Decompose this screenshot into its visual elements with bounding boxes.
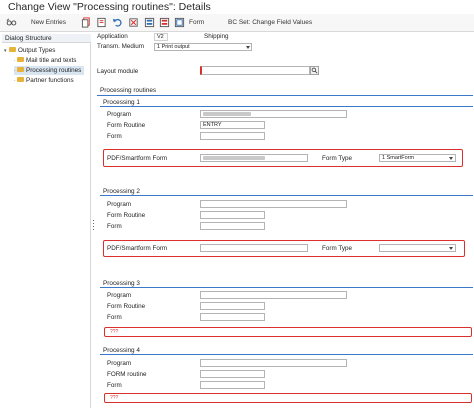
chevron-down-icon[interactable] bbox=[449, 246, 453, 250]
form-routine-label: Form Routine bbox=[107, 303, 146, 310]
chevron-down-icon[interactable] bbox=[246, 45, 250, 49]
tree-item-mail-title[interactable]: · Mail title and texts bbox=[14, 56, 76, 65]
program-input[interactable] bbox=[200, 291, 347, 299]
deselect-all-icon[interactable] bbox=[159, 17, 170, 28]
copy-as-icon[interactable] bbox=[96, 17, 107, 28]
folder-icon bbox=[17, 66, 24, 72]
form-type-select[interactable]: 1 SmartForm bbox=[379, 154, 456, 162]
glasses-icon[interactable] bbox=[6, 17, 17, 28]
toolbar: New Entries Form BC Set: Change Field Va… bbox=[0, 14, 474, 32]
tree-item-label: Partner functions bbox=[26, 77, 74, 84]
chevron-down-icon[interactable] bbox=[449, 156, 453, 160]
program-input[interactable] bbox=[200, 200, 347, 208]
pdf-smartform-label: PDF/Smartform Form bbox=[107, 245, 168, 252]
program-label: Program bbox=[107, 111, 132, 118]
block-select-icon[interactable] bbox=[174, 17, 185, 28]
section-rule bbox=[97, 95, 473, 96]
dialog-structure-panel: Dialog Structure ▾ Output Types · Mail tit… bbox=[2, 34, 91, 408]
undo-icon[interactable] bbox=[112, 17, 123, 28]
form-input[interactable] bbox=[200, 132, 265, 140]
form-button[interactable]: Form bbox=[189, 17, 204, 29]
tree-item-partner-functions[interactable]: · Partner functions bbox=[14, 76, 74, 85]
form-type-label: Form Type bbox=[322, 245, 352, 252]
missing-field-marker: ??? bbox=[110, 329, 119, 335]
application-label: Application bbox=[97, 33, 128, 40]
group-rule bbox=[100, 287, 473, 288]
layout-module-label: Layout module bbox=[97, 68, 139, 75]
form-input[interactable] bbox=[200, 313, 265, 321]
form-label: Form bbox=[107, 133, 122, 140]
form-input[interactable] bbox=[200, 381, 265, 389]
processing-routines-title: Processing routines bbox=[100, 87, 157, 94]
program-input[interactable] bbox=[200, 359, 347, 367]
layout-module-input[interactable] bbox=[200, 66, 310, 75]
group-rule bbox=[100, 106, 473, 107]
program-label: Program bbox=[107, 201, 132, 208]
processing-1-title: Processing 1 bbox=[103, 99, 140, 106]
tree-item-label: Mail title and texts bbox=[26, 57, 77, 64]
program-label: Program bbox=[107, 292, 132, 299]
form-label: Form bbox=[107, 314, 122, 321]
application-field: V2 bbox=[154, 33, 168, 41]
window-title: Change View "Processing routines": Detai… bbox=[8, 1, 211, 13]
form-routine-label: FORM routine bbox=[107, 371, 147, 378]
form-input[interactable] bbox=[200, 222, 265, 230]
form-type-label: Form Type bbox=[322, 155, 352, 162]
application-description: Shipping bbox=[204, 33, 229, 40]
form-label: Form bbox=[107, 382, 122, 389]
tree-item-label: Output Types bbox=[18, 47, 56, 54]
form-routine-input[interactable] bbox=[200, 302, 265, 310]
form-label: Form bbox=[107, 223, 122, 230]
redacted-value bbox=[203, 156, 265, 160]
highlight-box bbox=[104, 327, 472, 337]
dialog-structure-title: Dialog Structure bbox=[2, 34, 91, 43]
bc-set-button[interactable]: BC Set: Change Field Values bbox=[228, 17, 312, 29]
form-routine-input[interactable]: ENTRY bbox=[200, 121, 265, 129]
transmission-medium-label: Transm. Medium bbox=[97, 43, 145, 50]
form-routine-label: Form Routine bbox=[107, 122, 146, 129]
form-routine-label: Form Routine bbox=[107, 212, 146, 219]
copy-icon[interactable] bbox=[81, 17, 92, 28]
tree-item-output-types[interactable]: ▾ Output Types bbox=[4, 46, 55, 55]
tree-item-processing-routines[interactable]: · Processing routines bbox=[14, 66, 85, 75]
group-rule bbox=[100, 354, 473, 355]
processing-2-title: Processing 2 bbox=[103, 188, 140, 195]
panel-splitter[interactable] bbox=[92, 34, 95, 408]
folder-icon bbox=[17, 76, 24, 82]
redacted-value bbox=[203, 112, 251, 116]
form-type-value: 1 SmartForm bbox=[382, 155, 415, 161]
new-entries-button[interactable]: New Entries bbox=[31, 17, 66, 29]
processing-4-title: Processing 4 bbox=[103, 347, 140, 354]
missing-field-marker: ??? bbox=[110, 395, 119, 401]
form-routine-input[interactable] bbox=[200, 211, 265, 219]
processing-3-title: Processing 3 bbox=[103, 280, 140, 287]
pdf-smartform-input[interactable] bbox=[200, 244, 308, 252]
highlight-box bbox=[104, 393, 472, 403]
pdf-smartform-label: PDF/Smartform Form bbox=[107, 155, 168, 162]
folder-icon bbox=[9, 46, 16, 52]
form-routine-input[interactable] bbox=[200, 370, 265, 378]
group-rule bbox=[100, 195, 473, 196]
tree-item-label: Processing routines bbox=[26, 67, 82, 74]
delete-icon[interactable] bbox=[128, 17, 139, 28]
transmission-medium-value: 1 Print output bbox=[157, 44, 190, 50]
folder-icon bbox=[17, 56, 24, 62]
transmission-medium-select[interactable]: 1 Print output bbox=[154, 43, 252, 51]
program-label: Program bbox=[107, 360, 132, 367]
search-help-icon[interactable] bbox=[310, 66, 319, 75]
form-type-select[interactable] bbox=[379, 244, 456, 252]
select-all-icon[interactable] bbox=[144, 17, 155, 28]
